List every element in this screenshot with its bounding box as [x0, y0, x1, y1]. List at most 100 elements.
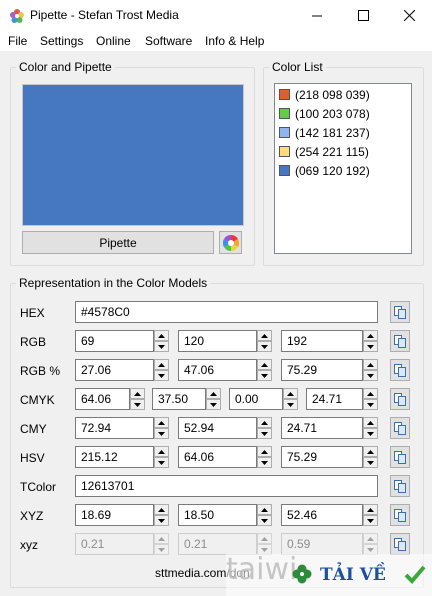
rgb-g-field[interactable]: 120: [178, 330, 257, 352]
rgb-b-field[interactable]: 192: [281, 330, 363, 352]
hsv-h-field[interactable]: 215.12: [75, 446, 154, 468]
cmyk-k-spinner[interactable]: [363, 388, 378, 410]
copy-cmy-button[interactable]: [390, 417, 410, 439]
cmyk-m-field[interactable]: 37.50: [152, 388, 206, 410]
rgbp-r-spinner[interactable]: [154, 359, 169, 381]
spin-up-icon[interactable]: [257, 330, 272, 341]
spin-down-icon[interactable]: [363, 341, 378, 352]
rgbp-g-field[interactable]: 47.06: [178, 359, 257, 381]
spin-down-icon[interactable]: [363, 370, 378, 381]
cmyk-y-spinner[interactable]: [283, 388, 298, 410]
spin-up-icon[interactable]: [206, 388, 221, 399]
spin-down-icon[interactable]: [257, 341, 272, 352]
spin-up-icon[interactable]: [154, 417, 169, 428]
spin-up-icon[interactable]: [363, 359, 378, 370]
copy-rgb-percent-button[interactable]: [390, 359, 410, 381]
spin-down-icon[interactable]: [283, 399, 298, 410]
spin-up-icon[interactable]: [154, 330, 169, 341]
rgb-r-field[interactable]: 69: [75, 330, 154, 352]
hsv-v-field[interactable]: 75.29: [281, 446, 363, 468]
cmy-c-field[interactable]: 72.94: [75, 417, 154, 439]
menu-settings[interactable]: Settings: [40, 34, 83, 48]
copy-rgb-button[interactable]: [390, 330, 410, 352]
spin-down-icon[interactable]: [154, 370, 169, 381]
hsv-v-spinner[interactable]: [363, 446, 378, 468]
pipette-button[interactable]: Pipette: [22, 231, 214, 254]
rgb-g-spinner[interactable]: [257, 330, 272, 352]
cmyk-k-field[interactable]: 24.71: [306, 388, 363, 410]
cmyk-c-spinner[interactable]: [130, 388, 145, 410]
rgbp-b-field[interactable]: 75.29: [281, 359, 363, 381]
xyz-y-spinner[interactable]: [257, 504, 272, 526]
copy-tcolor-button[interactable]: [390, 475, 410, 497]
tcolor-field[interactable]: 12613701: [75, 475, 378, 497]
color-list-item[interactable]: (218 098 039): [279, 86, 370, 103]
cmy-m-field[interactable]: 52.94: [178, 417, 257, 439]
hsv-h-spinner[interactable]: [154, 446, 169, 468]
xyz-y-field[interactable]: 18.50: [178, 504, 257, 526]
color-list-item[interactable]: (100 203 078): [279, 105, 370, 122]
color-list-item[interactable]: (142 181 237): [279, 124, 370, 141]
spin-down-icon[interactable]: [257, 515, 272, 526]
copy-hsv-button[interactable]: [390, 446, 410, 468]
spin-down-icon[interactable]: [154, 428, 169, 439]
spin-up-icon[interactable]: [257, 359, 272, 370]
cmyk-y-field[interactable]: 0.00: [229, 388, 283, 410]
spin-up-icon[interactable]: [363, 388, 378, 399]
hsv-s-spinner[interactable]: [257, 446, 272, 468]
spin-up-icon[interactable]: [283, 388, 298, 399]
hsv-s-field[interactable]: 64.06: [178, 446, 257, 468]
spin-down-icon[interactable]: [257, 457, 272, 468]
cmyk-m-spinner[interactable]: [206, 388, 221, 410]
spin-up-icon[interactable]: [154, 446, 169, 457]
xyz-z-spinner[interactable]: [363, 504, 378, 526]
spin-down-icon[interactable]: [257, 428, 272, 439]
spin-down-icon[interactable]: [130, 399, 145, 410]
spin-up-icon[interactable]: [363, 417, 378, 428]
spin-up-icon[interactable]: [363, 330, 378, 341]
copy-xyz-small-button[interactable]: [390, 533, 410, 555]
copy-xyz-button[interactable]: [390, 504, 410, 526]
menu-file[interactable]: File: [8, 34, 27, 48]
menu-info-help[interactable]: Info & Help: [205, 34, 264, 48]
spin-up-icon[interactable]: [154, 504, 169, 515]
color-list-item[interactable]: (254 221 115): [279, 143, 369, 160]
cmy-y-field[interactable]: 24.71: [281, 417, 363, 439]
spin-up-icon[interactable]: [130, 388, 145, 399]
minimize-button[interactable]: [294, 0, 340, 31]
spin-up-icon[interactable]: [363, 504, 378, 515]
cmy-m-spinner[interactable]: [257, 417, 272, 439]
rgbp-r-field[interactable]: 27.06: [75, 359, 154, 381]
cmy-y-spinner[interactable]: [363, 417, 378, 439]
spin-down-icon[interactable]: [363, 457, 378, 468]
rgbp-b-spinner[interactable]: [363, 359, 378, 381]
xyz-x-spinner[interactable]: [154, 504, 169, 526]
spin-up-icon[interactable]: [257, 504, 272, 515]
rgbp-g-spinner[interactable]: [257, 359, 272, 381]
close-button[interactable]: [386, 0, 432, 31]
menu-online[interactable]: Online: [96, 34, 131, 48]
cmy-c-spinner[interactable]: [154, 417, 169, 439]
hex-field[interactable]: #4578C0: [75, 301, 378, 323]
xyz-z-field[interactable]: 52.46: [281, 504, 363, 526]
copy-cmyk-button[interactable]: [390, 388, 410, 410]
rgb-r-spinner[interactable]: [154, 330, 169, 352]
rgb-b-spinner[interactable]: [363, 330, 378, 352]
spin-up-icon[interactable]: [154, 359, 169, 370]
spin-down-icon[interactable]: [257, 370, 272, 381]
spin-down-icon[interactable]: [363, 515, 378, 526]
xyz-x-field[interactable]: 18.69: [75, 504, 154, 526]
spin-down-icon[interactable]: [154, 341, 169, 352]
color-picker-button[interactable]: [219, 231, 242, 254]
color-list-item[interactable]: (069 120 192): [279, 162, 370, 179]
spin-down-icon[interactable]: [206, 399, 221, 410]
spin-down-icon[interactable]: [363, 399, 378, 410]
spin-up-icon[interactable]: [363, 446, 378, 457]
spin-down-icon[interactable]: [154, 515, 169, 526]
menu-software[interactable]: Software: [145, 34, 192, 48]
spin-down-icon[interactable]: [154, 457, 169, 468]
spin-down-icon[interactable]: [363, 428, 378, 439]
cmyk-c-field[interactable]: 64.06: [75, 388, 130, 410]
color-list[interactable]: (218 098 039) (100 203 078) (142 181 237…: [274, 83, 412, 254]
spin-up-icon[interactable]: [257, 417, 272, 428]
